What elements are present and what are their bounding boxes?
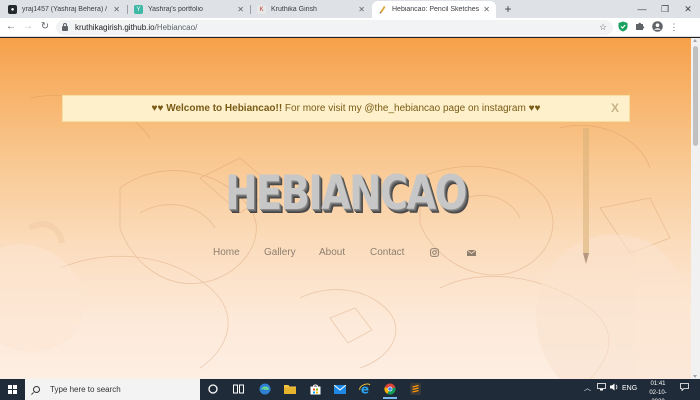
extension-shield-icon[interactable] [617, 21, 629, 33]
nav-gallery-link[interactable]: Gallery [264, 247, 296, 258]
new-tab-button[interactable]: + [501, 2, 515, 16]
close-icon[interactable]: ✕ [358, 5, 365, 14]
scroll-down-icon[interactable] [693, 375, 697, 378]
tab-title: Yashraj's portfolio [148, 6, 203, 13]
profile-avatar-icon[interactable] [651, 21, 663, 33]
menu-dots-icon[interactable]: ⋮ [668, 21, 680, 33]
page-viewport: ♥♥ Welcome to Hebiancao!! For more visit… [0, 38, 691, 379]
windows-start-icon[interactable] [8, 385, 17, 394]
chrome-icon[interactable] [383, 382, 397, 399]
tab-strip: ● yraj1457 (Yashraj Behera) / Repos ✕ Y … [0, 0, 700, 18]
store-icon[interactable] [308, 382, 322, 396]
site-nav: Home Gallery About Contact [0, 247, 691, 263]
portfolio-icon: Y [134, 5, 143, 14]
language-indicator[interactable]: ENG [622, 383, 637, 395]
nav-about-link[interactable]: About [319, 247, 345, 258]
close-icon[interactable]: ✕ [113, 5, 120, 14]
extensions-puzzle-icon[interactable] [634, 21, 646, 33]
minimize-button[interactable]: — [632, 1, 652, 17]
browser-toolbar: ← → ↻ kruthikagirish.github.io/Hebiancao… [0, 18, 700, 37]
clock-time: 01:41 [650, 381, 666, 387]
clock-date: 02-10-2020 [649, 390, 667, 400]
taskbar-clock[interactable]: 01:41 02-10-2020 [645, 380, 671, 400]
banner-message: ♥♥ Welcome to Hebiancao!! For more visit… [152, 103, 541, 114]
edge-icon[interactable] [258, 382, 272, 396]
lock-icon [62, 23, 68, 31]
forward-button[interactable]: → [21, 20, 35, 34]
page-scrollbar[interactable] [691, 38, 700, 379]
page-icon: K [257, 5, 266, 14]
nav-contact-link[interactable]: Contact [370, 247, 404, 258]
reload-button[interactable]: ↻ [38, 20, 52, 34]
hearts-left: ♥♥ [151, 103, 164, 114]
sublime-text-icon[interactable] [408, 382, 422, 396]
site-logo: HEBIANCAO [225, 166, 467, 221]
volume-icon[interactable] [610, 383, 619, 396]
tab-kruthika[interactable]: K Kruthika Girish ✕ [251, 1, 371, 18]
svg-text:e: e [361, 383, 369, 395]
windows-taskbar: Type here to search e ︿ ENG 01:41 02-10-… [0, 379, 700, 400]
taskbar-search[interactable]: Type here to search [25, 379, 200, 400]
tray-chevron-icon[interactable]: ︿ [584, 383, 591, 395]
search-icon [33, 386, 40, 393]
instagram-icon[interactable] [430, 248, 439, 260]
banner-text-after: page on instagram [440, 103, 529, 114]
cortana-icon[interactable] [206, 382, 220, 396]
file-explorer-icon[interactable] [283, 382, 297, 396]
network-icon[interactable] [597, 383, 606, 396]
tab-hebiancao[interactable]: Hebiancao: Pencil Sketches, Digital ✕ [372, 1, 496, 18]
close-icon[interactable]: ✕ [483, 5, 490, 14]
close-window-button[interactable]: ✕ [678, 1, 698, 17]
tab-title: Kruthika Girish [271, 6, 317, 13]
scroll-up-icon[interactable] [693, 39, 697, 42]
nav-home-link[interactable]: Home [213, 247, 240, 258]
welcome-text: Welcome to Hebiancao!! [166, 103, 283, 114]
instagram-handle-link[interactable]: @the_hebiancao [364, 103, 440, 114]
mail-app-icon[interactable] [333, 382, 347, 396]
banner-close-button[interactable]: X [611, 101, 619, 115]
mail-icon[interactable] [466, 248, 477, 260]
maximize-button[interactable]: ❐ [655, 1, 675, 17]
pencil-icon [378, 5, 387, 14]
tab-github[interactable]: ● yraj1457 (Yashraj Behera) / Repos ✕ [2, 1, 126, 18]
address-bar[interactable]: kruthikagirish.github.io/Hebiancao/ [56, 20, 613, 35]
task-view-icon[interactable] [231, 382, 245, 396]
banner-text-before: For more visit my [282, 103, 365, 114]
hearts-right: ♥♥ [528, 103, 541, 114]
back-button[interactable]: ← [4, 20, 18, 34]
search-placeholder: Type here to search [50, 385, 121, 394]
url-text: kruthikagirish.github.io/Hebiancao/ [75, 23, 197, 32]
notifications-icon[interactable] [680, 383, 689, 396]
close-icon[interactable]: ✕ [237, 5, 244, 14]
tab-portfolio[interactable]: Y Yashraj's portfolio ✕ [128, 1, 250, 18]
tab-title: yraj1457 (Yashraj Behera) / Repos [22, 6, 109, 13]
bookmark-star-icon[interactable]: ☆ [597, 21, 609, 33]
welcome-banner: ♥♥ Welcome to Hebiancao!! For more visit… [62, 95, 630, 122]
url-path: /Hebiancao/ [154, 23, 198, 32]
internet-explorer-icon[interactable]: e [358, 382, 372, 396]
scrollbar-thumb[interactable] [693, 46, 698, 146]
tab-title: Hebiancao: Pencil Sketches, Digital [392, 6, 480, 13]
github-icon: ● [8, 5, 17, 14]
url-host: kruthikagirish.github.io [75, 23, 155, 32]
